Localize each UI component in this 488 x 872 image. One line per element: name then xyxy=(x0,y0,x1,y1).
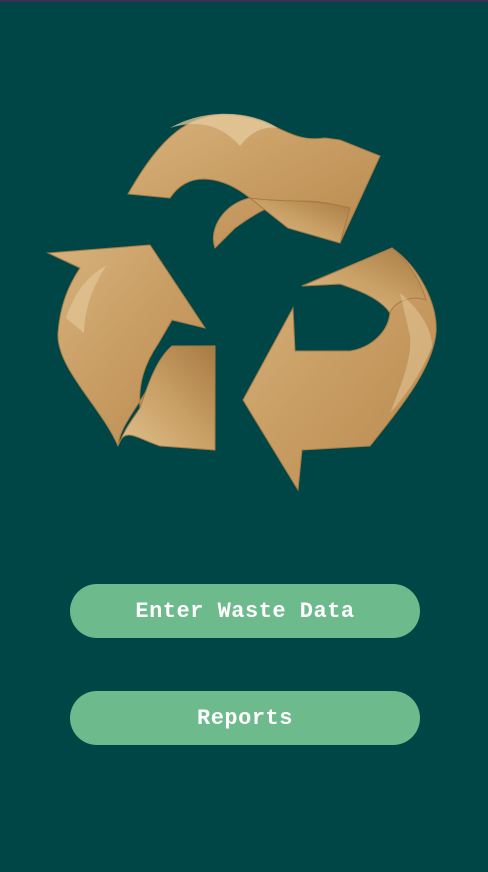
recycle-arrow-right xyxy=(242,247,437,492)
status-strip xyxy=(0,0,488,2)
recycle-icon xyxy=(40,108,440,493)
reports-button[interactable]: Reports xyxy=(70,691,420,745)
recycle-arrow-left xyxy=(46,244,216,451)
enter-waste-data-button[interactable]: Enter Waste Data xyxy=(70,584,420,638)
recycle-arrow-top xyxy=(127,113,381,249)
